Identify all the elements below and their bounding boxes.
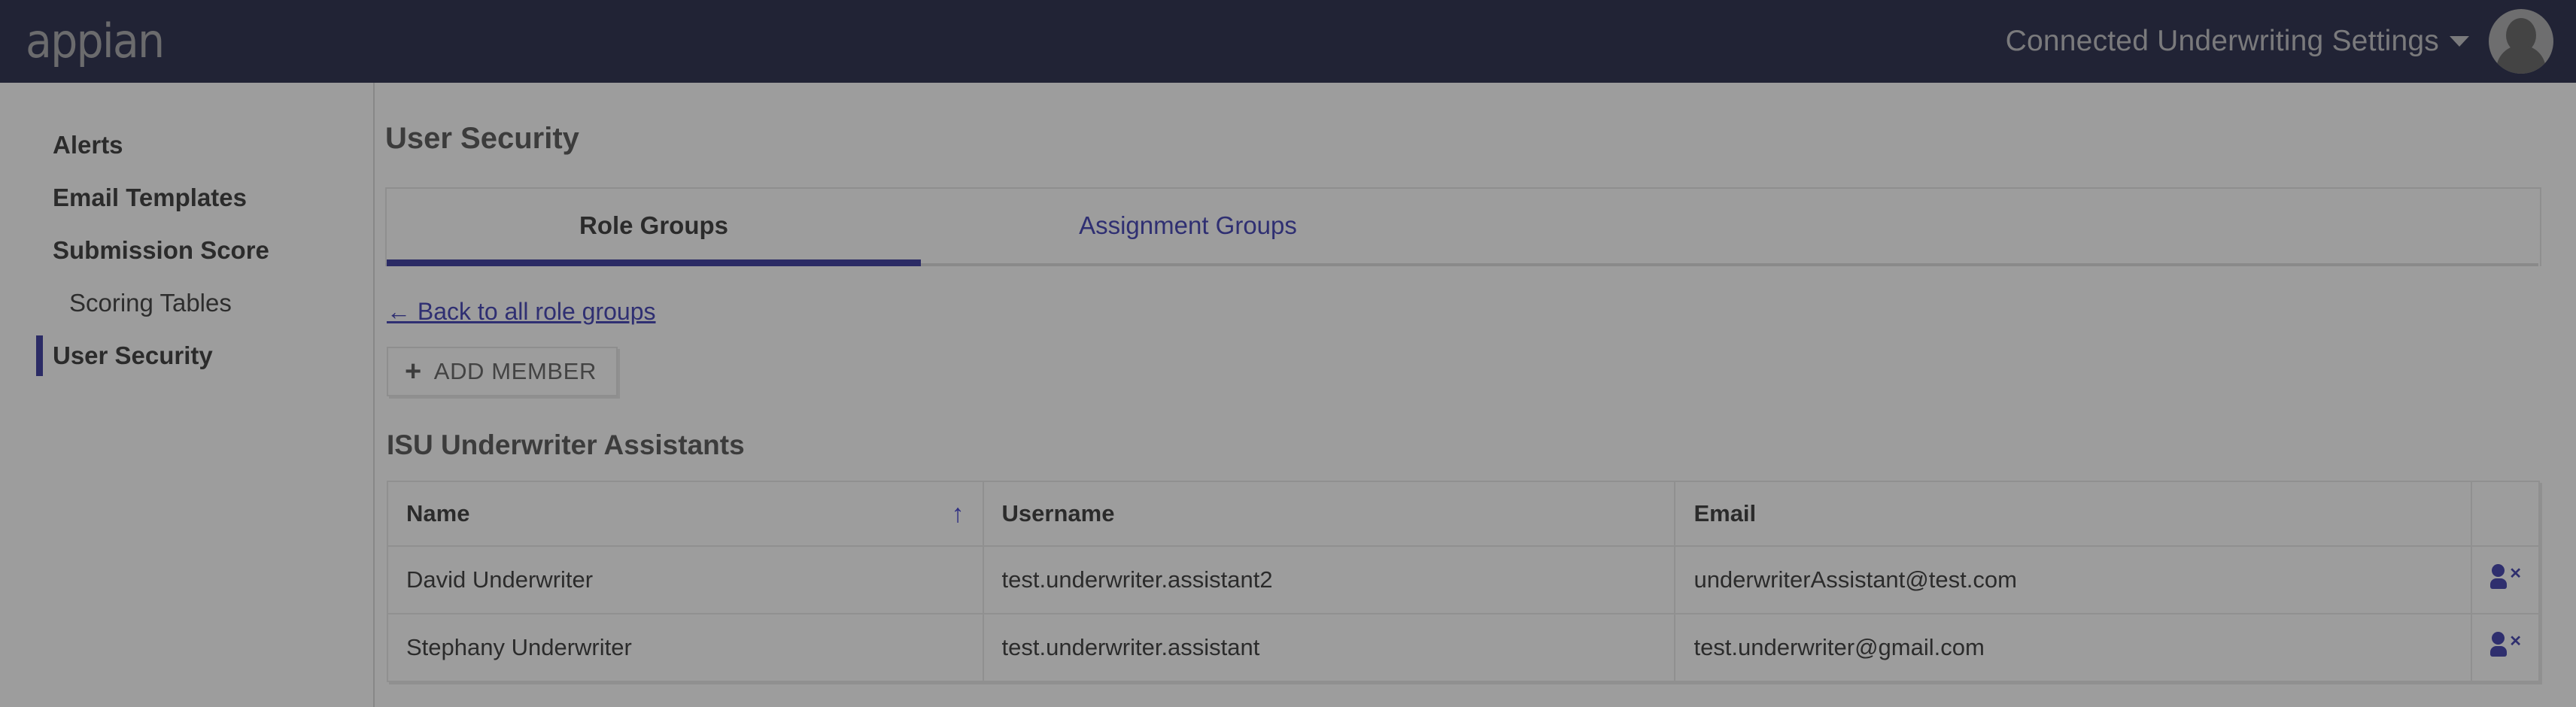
add-member-button[interactable]: + ADD MEMBER [387, 347, 618, 396]
members-table-head: Name ↑ Username Email [387, 481, 2541, 547]
app-root: appian Connected Underwriting Settings A… [0, 0, 2576, 707]
chevron-down-icon[interactable] [2450, 36, 2469, 47]
plus-icon: + [405, 355, 422, 387]
role-groups-panel: ← Back to all role groups + ADD MEMBER I… [385, 266, 2541, 682]
cell-name: Stephany Underwriter [387, 613, 984, 682]
tab-bar: Role Groups Assignment Groups [385, 187, 2541, 266]
tab-label: Role Groups [579, 211, 729, 239]
sidebar-item-label: Scoring Tables [69, 289, 232, 317]
column-header-email[interactable]: Email [1674, 481, 2472, 547]
sidebar-item-label: User Security [53, 341, 213, 369]
column-header-name[interactable]: Name ↑ [387, 481, 984, 547]
column-header-label: Name [406, 500, 470, 526]
sidebar: Alerts Email Templates Submission Score … [0, 83, 375, 707]
sidebar-item-alerts[interactable]: Alerts [0, 119, 373, 171]
column-header-label: Email [1694, 500, 1757, 526]
members-table: Name ↑ Username Email David Underwriter … [387, 481, 2541, 682]
tab-list: Role Groups Assignment Groups [387, 211, 2540, 266]
sidebar-item-label: Email Templates [53, 184, 247, 211]
column-header-label: Username [1001, 500, 1115, 526]
remove-user-body-shape [2489, 646, 2507, 657]
sidebar-item-label: Alerts [53, 131, 123, 159]
avatar[interactable] [2489, 9, 2553, 74]
topbar-right-group: Connected Underwriting Settings [2006, 9, 2553, 74]
cell-action[interactable]: ✕ [2470, 613, 2541, 682]
tab-role-groups[interactable]: Role Groups [387, 211, 921, 266]
site-title-menu-label[interactable]: Connected Underwriting Settings [2006, 25, 2439, 58]
cell-action[interactable]: ✕ [2470, 545, 2541, 614]
appian-logo[interactable]: appian [26, 18, 165, 65]
remove-user-x-mark: ✕ [2509, 633, 2522, 650]
top-navigation-bar: appian Connected Underwriting Settings [0, 0, 2576, 83]
cell-name: David Underwriter [387, 545, 984, 614]
remove-user-head-shape [2491, 632, 2505, 645]
add-member-button-label: ADD MEMBER [433, 358, 597, 384]
members-table-body: David Underwriter test.underwriter.assis… [387, 545, 2541, 682]
avatar-body-shape [2496, 45, 2546, 74]
sidebar-item-submission-score[interactable]: Submission Score [0, 224, 373, 277]
cell-email: underwriterAssistant@test.com [1674, 545, 2472, 614]
sort-ascending-icon[interactable]: ↑ [952, 501, 964, 526]
table-row: Stephany Underwriter test.underwriter.as… [387, 613, 2541, 682]
sidebar-item-email-templates[interactable]: Email Templates [0, 171, 373, 224]
cell-email: test.underwriter@gmail.com [1674, 613, 2472, 682]
remove-user-x-mark: ✕ [2509, 566, 2522, 582]
cell-username: test.underwriter.assistant [982, 613, 1676, 682]
back-to-all-role-groups-link[interactable]: ← Back to all role groups [387, 298, 656, 326]
remove-user-body-shape [2489, 578, 2507, 589]
remove-user-icon[interactable]: ✕ [2489, 564, 2522, 590]
page-title: User Security [385, 122, 579, 155]
column-header-actions [2470, 481, 2541, 547]
table-row: David Underwriter test.underwriter.assis… [387, 545, 2541, 614]
sidebar-item-scoring-tables[interactable]: Scoring Tables [0, 277, 373, 329]
table-header-row: Name ↑ Username Email [387, 481, 2541, 547]
remove-user-head-shape [2491, 564, 2505, 577]
sidebar-item-label: Submission Score [53, 236, 269, 264]
cell-username: test.underwriter.assistant2 [982, 545, 1676, 614]
column-header-username[interactable]: Username [982, 481, 1676, 547]
tab-label: Assignment Groups [1079, 211, 1297, 239]
remove-user-icon[interactable]: ✕ [2489, 632, 2522, 657]
tab-assignment-groups[interactable]: Assignment Groups [921, 211, 1455, 266]
group-title: ISU Underwriter Assistants [387, 429, 745, 460]
main-content: User Security Role Groups Assignment Gro… [376, 83, 2576, 707]
sidebar-item-user-security[interactable]: User Security [0, 329, 373, 382]
